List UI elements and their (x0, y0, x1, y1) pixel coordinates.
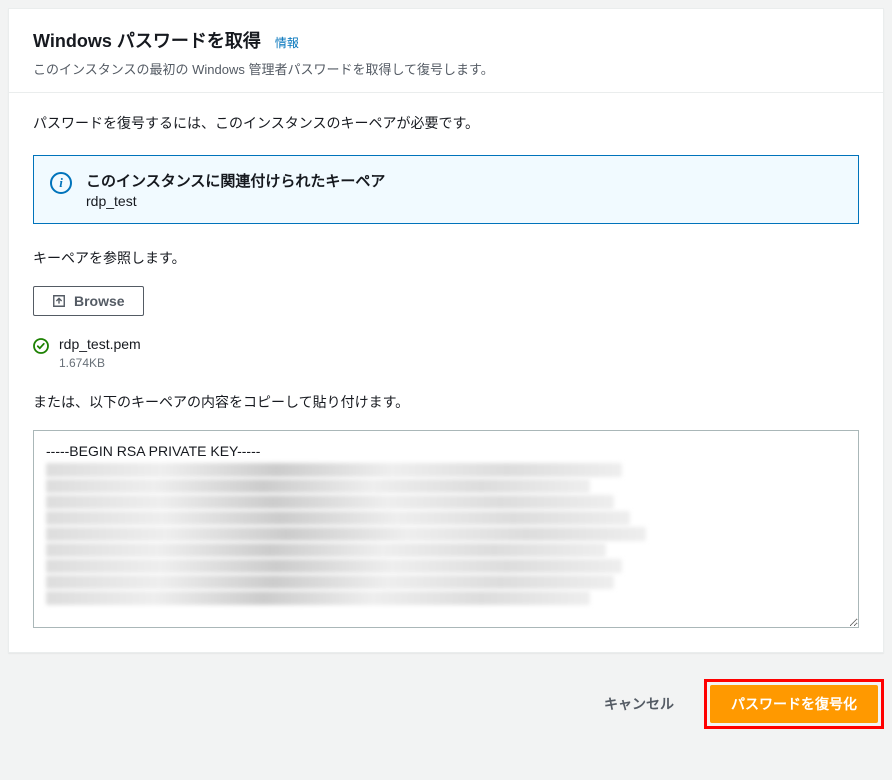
page-title: Windows パスワードを取得 (33, 27, 261, 53)
or-paste-text: または、以下のキーペアの内容をコピーして貼り付けます。 (33, 392, 859, 412)
success-check-icon (33, 338, 49, 354)
panel-body: パスワードを復号するには、このインスタンスのキーペアが必要です。 i このインス… (9, 93, 883, 652)
info-icon: i (50, 172, 72, 194)
uploaded-file-name: rdp_test.pem (59, 336, 141, 352)
cancel-button[interactable]: キャンセル (586, 686, 692, 722)
uploaded-file-row: rdp_test.pem 1.674KB (33, 336, 859, 370)
keypair-info-box: i このインスタンスに関連付けられたキーペア rdp_test (33, 155, 859, 224)
upload-icon (52, 294, 66, 308)
private-key-textarea[interactable]: -----BEGIN RSA PRIVATE KEY----- (33, 430, 859, 628)
info-box-value: rdp_test (86, 193, 842, 209)
key-first-line: -----BEGIN RSA PRIVATE KEY----- (46, 441, 846, 461)
browse-button[interactable]: Browse (33, 286, 144, 316)
page-subtitle: このインスタンスの最初の Windows 管理者パスワードを取得して復号します。 (33, 59, 859, 78)
uploaded-file-size: 1.674KB (59, 356, 141, 370)
decrypt-highlight-box: パスワードを復号化 (704, 679, 884, 729)
intro-text: パスワードを復号するには、このインスタンスのキーペアが必要です。 (33, 113, 859, 133)
browse-label: キーペアを参照します。 (33, 248, 859, 268)
info-box-title: このインスタンスに関連付けられたキーペア (86, 170, 842, 191)
decrypt-password-button[interactable]: パスワードを復号化 (710, 685, 878, 723)
panel-header: Windows パスワードを取得 情報 このインスタンスの最初の Windows… (9, 9, 883, 93)
info-link[interactable]: 情報 (275, 34, 299, 51)
main-panel: Windows パスワードを取得 情報 このインスタンスの最初の Windows… (8, 8, 884, 653)
browse-button-label: Browse (74, 293, 125, 309)
footer-actions: キャンセル パスワードを復号化 (0, 661, 892, 737)
